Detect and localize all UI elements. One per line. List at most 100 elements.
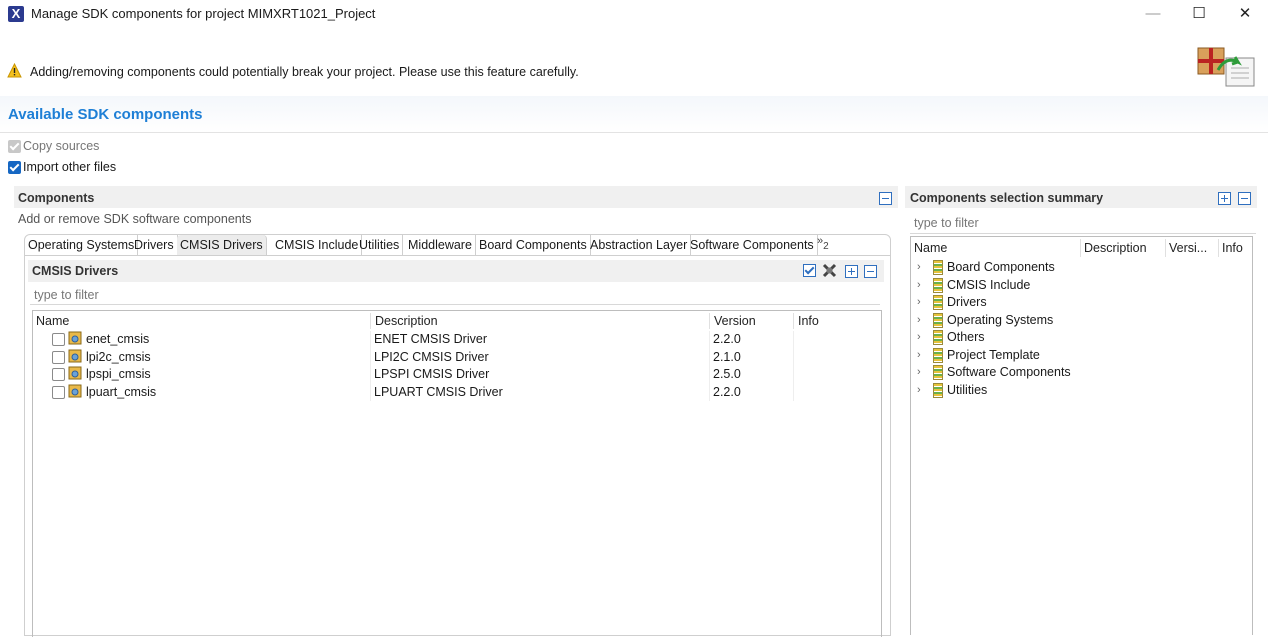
row-version: 2.5.0 — [713, 367, 741, 381]
tab-drivers[interactable]: Drivers — [131, 235, 178, 255]
tab-abstraction-layer[interactable]: Abstraction Layer — [587, 235, 692, 255]
package-icon — [933, 312, 943, 328]
row-version: 2.2.0 — [713, 384, 741, 399]
row-checkbox[interactable] — [52, 350, 65, 364]
column-header-description[interactable]: Description — [375, 314, 438, 328]
chevron-right-icon[interactable]: › — [917, 384, 921, 396]
summary-filter-input[interactable] — [910, 213, 1256, 234]
section-header: Available SDK components — [0, 96, 1268, 133]
copy-sources-label: Copy sources — [23, 139, 100, 153]
column-separator[interactable] — [1080, 239, 1081, 257]
tab-cmsis-include[interactable]: CMSIS Include — [272, 235, 363, 255]
collapse-all-icon[interactable] — [864, 265, 877, 278]
window-title: Manage SDK components for project MIMXRT… — [31, 6, 376, 21]
components-panel-header: Components — [14, 186, 898, 208]
minimize-button[interactable]: — — [1130, 0, 1176, 28]
chevron-right-icon[interactable]: › — [917, 331, 921, 343]
row-checkbox[interactable] — [52, 385, 65, 399]
column-separator[interactable] — [1218, 239, 1219, 257]
table-row[interactable]: enet_cmsis ENET CMSIS Driver 2.2.0 — [33, 331, 881, 349]
chevron-right-icon[interactable]: › — [917, 366, 921, 378]
maximize-button[interactable]: ☐ — [1176, 0, 1222, 28]
summary-panel-header: Components selection summary — [905, 186, 1257, 208]
tree-item[interactable]: › Utilities — [911, 382, 1251, 400]
title-bar: X Manage SDK components for project MIMX… — [0, 0, 1268, 29]
column-header-version[interactable]: Version — [714, 314, 756, 328]
copy-sources-checkbox[interactable] — [8, 140, 21, 153]
table-row[interactable]: lpi2c_cmsis LPI2C CMSIS Driver 2.1.0 — [33, 349, 881, 367]
column-header-description[interactable]: Description — [1084, 241, 1147, 255]
package-icon — [933, 347, 943, 363]
import-other-files-checkbox[interactable] — [8, 161, 21, 174]
row-version: 2.1.0 — [713, 349, 741, 364]
chevron-right-icon[interactable]: › — [917, 296, 921, 308]
select-all-icon[interactable] — [803, 264, 816, 277]
package-icon — [933, 260, 943, 275]
column-header-info[interactable]: Info — [798, 314, 819, 328]
tree-item[interactable]: › Others — [911, 329, 1251, 347]
tree-item-label: CMSIS Include — [947, 277, 1031, 292]
tree-item[interactable]: › CMSIS Include — [911, 277, 1251, 295]
chevron-right-icon[interactable]: › — [917, 349, 921, 361]
package-icon — [933, 330, 943, 345]
row-name: enet_cmsis — [86, 332, 150, 346]
row-description: LPSPI CMSIS Driver — [374, 367, 490, 381]
collapse-all-icon[interactable] — [1238, 192, 1251, 205]
tree-item-label: Project Template — [947, 347, 1040, 362]
row-checkbox[interactable] — [52, 368, 65, 381]
tab-software-components[interactable]: Software Components — [687, 235, 818, 255]
chevron-right-icon[interactable]: › — [917, 314, 921, 326]
inner-panel-title: CMSIS Drivers — [32, 264, 119, 278]
close-button[interactable]: ✕ — [1222, 0, 1268, 28]
tab-folder: Operating Systems Drivers CMSIS Drivers … — [24, 234, 891, 637]
tab-cmsis-drivers[interactable]: CMSIS Drivers — [177, 235, 267, 255]
tree-item[interactable]: › Board Components — [911, 259, 1251, 277]
tree-item-label: Others — [947, 330, 985, 344]
more-tabs-count: 2 — [823, 241, 829, 252]
chevron-right-icon[interactable]: › — [917, 261, 921, 273]
column-header-info[interactable]: Info — [1222, 241, 1243, 255]
row-description: ENET CMSIS Driver — [374, 332, 487, 346]
collapse-panel-icon[interactable] — [879, 192, 892, 205]
column-separator[interactable] — [370, 313, 371, 329]
more-tabs-button[interactable]: »2 — [817, 235, 829, 252]
package-icon — [933, 295, 943, 310]
column-separator[interactable] — [709, 313, 710, 329]
tree-item[interactable]: › Software Components — [911, 364, 1251, 382]
package-icon — [933, 277, 943, 293]
components-table: Name Description Version Info enet_cmsis… — [32, 310, 882, 637]
expand-all-icon[interactable] — [1218, 192, 1231, 205]
expand-all-icon[interactable] — [845, 265, 858, 278]
table-row[interactable]: lpspi_cmsis LPSPI CMSIS Driver 2.5.0 — [33, 366, 881, 384]
components-panel: Components Add or remove SDK software co… — [14, 186, 898, 637]
tab-middleware[interactable]: Middleware — [405, 235, 476, 255]
column-header-name[interactable]: Name — [36, 314, 69, 328]
tree-item[interactable]: › Drivers — [911, 294, 1251, 312]
inner-panel-header: CMSIS Drivers — [28, 260, 884, 282]
column-header-name[interactable]: Name — [914, 241, 947, 255]
import-other-files-label: Import other files — [23, 160, 117, 174]
column-separator[interactable] — [1165, 239, 1166, 257]
tab-operating-systems[interactable]: Operating Systems — [25, 235, 139, 255]
column-separator[interactable] — [793, 313, 794, 329]
chevron-right-icon[interactable]: › — [917, 279, 921, 291]
tab-board-components[interactable]: Board Components — [476, 235, 591, 255]
component-icon — [68, 366, 82, 380]
column-header-version[interactable]: Versi... — [1169, 241, 1207, 255]
tab-utilities[interactable]: Utilities — [356, 235, 404, 255]
summary-tree: Name Description Versi... Info › Board C… — [910, 236, 1253, 635]
row-name: lpi2c_cmsis — [86, 349, 151, 364]
row-checkbox[interactable] — [52, 333, 65, 346]
components-filter-input[interactable] — [30, 286, 880, 305]
tree-item[interactable]: › Project Template — [911, 347, 1251, 365]
cmsis-drivers-page: CMSIS Drivers type to filter Name Descri… — [25, 255, 890, 637]
deselect-all-icon[interactable] — [822, 263, 837, 278]
app-icon: X — [8, 6, 24, 22]
message-banner: Adding/removing components could potenti… — [0, 28, 1268, 97]
package-icon — [933, 382, 943, 398]
tree-item-label: Drivers — [947, 295, 987, 309]
row-name: lpspi_cmsis — [86, 367, 151, 381]
table-row[interactable]: lpuart_cmsis LPUART CMSIS Driver 2.2.0 — [33, 384, 881, 402]
components-panel-title: Components — [18, 191, 95, 205]
tree-item[interactable]: › Operating Systems — [911, 312, 1251, 330]
